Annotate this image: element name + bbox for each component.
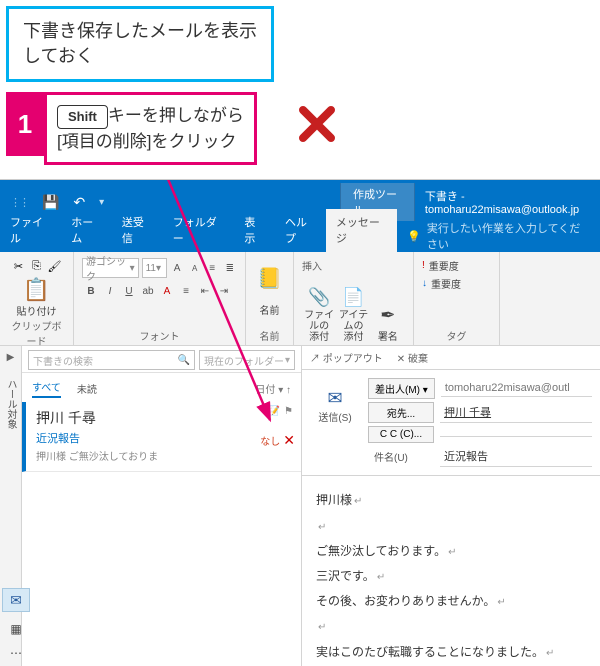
search-icon: 🔍	[178, 355, 190, 366]
font-group-label: フォント	[82, 328, 237, 343]
paste-label: 貼り付け	[17, 303, 57, 318]
name-group-label: 名前	[260, 328, 280, 343]
filter-all[interactable]: すべて	[32, 379, 61, 398]
paste-icon: 📋	[23, 277, 50, 303]
font-name-select[interactable]: 游ゴシック ▾	[82, 258, 139, 278]
clip-icon: 📎	[308, 287, 330, 308]
tab-help[interactable]: ヘルプ	[275, 209, 326, 252]
shift-key: Shift	[57, 105, 108, 129]
undo-icon[interactable]: ↶	[73, 194, 85, 211]
paste-button[interactable]: 📋 貼り付け	[17, 277, 57, 318]
fmtpaint-icon[interactable]: 🖌	[47, 258, 63, 274]
list-item[interactable]: 📝 ⚑ 押川 千尋 近況報告 押川様 ご無沙汰しておりま なし ✕	[22, 402, 301, 472]
popout-button[interactable]: ↗ ポップアウト	[310, 350, 383, 365]
from-button[interactable]: 差出人(M) ▾	[368, 378, 435, 399]
nav-mail-icon[interactable]: ✉	[2, 588, 30, 612]
cc-button[interactable]: C C (C)...	[368, 426, 434, 443]
numbers[interactable]: ≣	[222, 258, 237, 278]
flag-icon[interactable]: ⚑	[284, 406, 293, 417]
tab-home[interactable]: ホーム	[61, 209, 112, 252]
ribbon: ✂ ⎘ 🖌 📋 貼り付け クリップボード 游ゴシック ▾ 11▾ A A ≡	[0, 252, 600, 346]
tab-view[interactable]: 表示	[234, 209, 275, 252]
grip-icon: ⋮⋮	[10, 196, 28, 209]
search-input[interactable]: 下書きの検索🔍	[28, 350, 195, 370]
nav-calendar-icon[interactable]: ▦	[10, 622, 21, 636]
delete-item-icon[interactable]: ✕	[283, 432, 295, 449]
step-text-1: キーを押しながら	[108, 106, 244, 125]
sig-icon: ✒	[380, 305, 395, 326]
clipboard-group-label: クリップボード	[8, 318, 65, 348]
nav-more-icon[interactable]: ⋯	[10, 646, 22, 660]
bullets[interactable]: ≡	[205, 258, 220, 278]
tab-sendrecv[interactable]: 送受信	[112, 209, 163, 252]
message-body[interactable]: 押川様 ご無沙汰しております。三沢です。その後、お変わりありませんか。 実はこの…	[302, 476, 600, 666]
signature-button[interactable]: ✒ 署名	[371, 258, 405, 343]
message-list: 下書きの検索🔍 現在のフォルダー▾ すべて 未読 日付 ▾ ↑ 📝 ⚑ 押川 千尋…	[22, 346, 302, 666]
step-number: 1	[6, 92, 44, 156]
tab-message[interactable]: メッセージ	[326, 209, 397, 252]
msg-subject: 近況報告	[36, 430, 293, 446]
subject-label: 件名(U)	[368, 447, 434, 466]
cc-value[interactable]	[440, 432, 592, 437]
importance-high[interactable]: !重要度	[422, 258, 491, 273]
attach-item-button[interactable]: 📄 アイテムの 添付	[336, 258, 370, 343]
step-instruction: Shiftキーを押しながら [項目の削除]をクリック	[44, 92, 257, 165]
step-text-2: [項目の削除]をクリック	[57, 132, 236, 151]
ribbon-tabs: ファイル ホーム 送受信 フォルダー 表示 ヘルプ メッセージ 💡 実行したい作…	[0, 224, 600, 252]
tab-folder[interactable]: フォルダー	[163, 209, 235, 252]
cut-icon[interactable]: ✂	[11, 258, 27, 274]
to-button[interactable]: 宛先...	[368, 402, 434, 423]
item-icon: 📄	[342, 287, 364, 308]
align[interactable]: ≡	[177, 281, 195, 301]
save-icon[interactable]: 💾	[42, 194, 59, 211]
msg-date-none: なし	[260, 433, 280, 448]
sidebar-vtext: ハール対象	[3, 379, 18, 429]
msg-preview: 押川様 ご無沙汰しておりま	[36, 448, 293, 463]
grow-font[interactable]: A	[170, 258, 185, 278]
send-icon: ✉	[327, 388, 342, 409]
font-size-select[interactable]: 11▾	[142, 258, 167, 278]
reading-pane: ↗ ポップアウト ✕ 破棄 ✉ 送信(S) 差出人(M) ▾ tomoharu2…	[302, 346, 600, 666]
filter-unread[interactable]: 未読	[77, 381, 97, 396]
insert-group-label: 挿入	[302, 258, 322, 273]
callout-note: 下書き保存したメールを表示しておく	[6, 6, 274, 82]
tab-file[interactable]: ファイル	[0, 209, 61, 252]
tags-group-label: タグ	[422, 328, 491, 343]
window-title: 下書き - tomoharu22misawa@outlook.jp	[415, 188, 600, 216]
indent-l[interactable]: ⇤	[196, 281, 214, 301]
font-color[interactable]: A	[158, 281, 176, 301]
names-label: 名前	[260, 302, 280, 317]
tell-me-text: 実行したい作業を入力してください	[427, 220, 590, 252]
to-value[interactable]: 押川 千尋	[440, 402, 592, 423]
underline[interactable]: U	[120, 281, 138, 301]
addressbook-icon[interactable]: 📒	[257, 266, 282, 291]
copy-icon[interactable]: ⎘	[29, 258, 45, 274]
bulb-icon: 💡	[407, 230, 421, 243]
msg-recipient: 押川 千尋	[36, 408, 293, 428]
expand-icon[interactable]: ▶	[7, 352, 15, 363]
bold[interactable]: B	[82, 281, 100, 301]
tell-me[interactable]: 💡 実行したい作業を入力してください	[397, 220, 600, 252]
subject-value[interactable]: 近況報告	[440, 446, 592, 467]
discard-button[interactable]: ✕ 破棄	[397, 350, 428, 365]
more-qa-icon[interactable]: ▾	[99, 197, 104, 208]
italic[interactable]: I	[101, 281, 119, 301]
shrink-font[interactable]: A	[187, 258, 202, 278]
highlight[interactable]: ab	[139, 281, 157, 301]
folder-select[interactable]: 現在のフォルダー▾	[199, 350, 295, 370]
send-button[interactable]: ✉ 送信(S)	[310, 388, 360, 467]
delete-x-icon	[287, 96, 347, 151]
importance-low[interactable]: ↓重要度	[422, 276, 491, 291]
edit-draft-icon[interactable]: 📝	[268, 406, 280, 417]
indent-r[interactable]: ⇥	[215, 281, 233, 301]
from-value: tomoharu22misawa@outl	[441, 380, 592, 397]
sort-label[interactable]: 日付 ▾ ↑	[255, 381, 291, 396]
